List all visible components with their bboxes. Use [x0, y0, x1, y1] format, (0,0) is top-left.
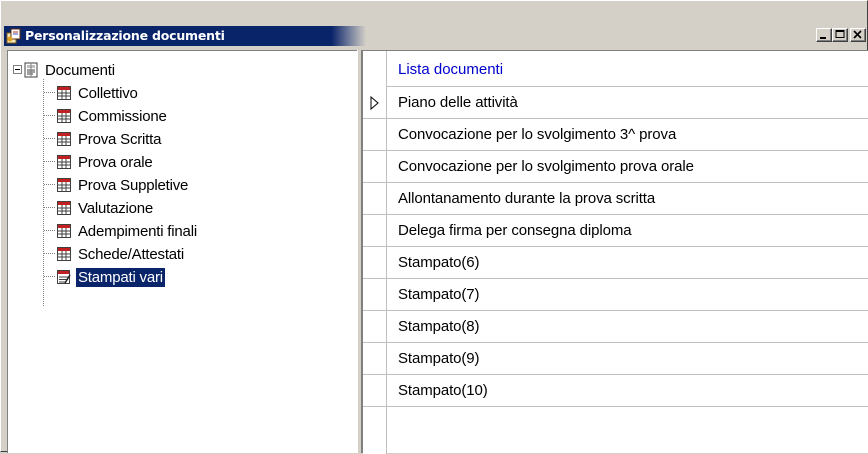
- list-item-label: Piano delle attività: [398, 94, 518, 111]
- row-indicator-cell[interactable]: [363, 151, 386, 183]
- table-grid-icon: [57, 132, 71, 146]
- triangle-right-icon: [370, 95, 379, 111]
- list-item[interactable]: Convocazione per lo svolgimento prova or…: [387, 151, 868, 183]
- tree-item[interactable]: Stampati vari: [56, 267, 165, 287]
- minimize-button[interactable]: [816, 28, 832, 42]
- tree-item[interactable]: Prova orale: [56, 152, 155, 172]
- tree-root-label: Documenti: [45, 61, 115, 79]
- close-icon: [853, 30, 862, 39]
- list-item-label: Stampato(6): [398, 254, 480, 271]
- list-item[interactable]: Piano delle attività: [387, 87, 868, 119]
- minimize-icon: [820, 37, 826, 39]
- table-grid-icon: [57, 109, 71, 123]
- list-item[interactable]: Stampato(10): [387, 375, 868, 407]
- row-indicator-cell[interactable]: [363, 311, 386, 343]
- table-grid-icon: [57, 86, 71, 100]
- list-item[interactable]: Stampato(9): [387, 343, 868, 375]
- list-item-label: Stampato(10): [398, 382, 488, 399]
- list-item-label: Delega firma per consegna diploma: [398, 222, 632, 239]
- tree-item-label: Prova Scritta: [78, 130, 162, 148]
- tree-item[interactable]: Commissione: [56, 106, 169, 126]
- table-grid-icon: [57, 201, 71, 215]
- list-header: Lista documenti: [387, 51, 868, 87]
- tree-item[interactable]: Collettivo: [56, 83, 140, 103]
- list-item-label: Stampato(9): [398, 350, 480, 367]
- list-header-label: Lista documenti: [398, 61, 504, 78]
- maximize-button[interactable]: [832, 28, 848, 42]
- document-customization-window: Personalizzazione documenti Documenti Co…: [0, 0, 868, 454]
- app-icon: [6, 28, 21, 44]
- row-indicator-cell[interactable]: [363, 375, 386, 407]
- tree-item-label: Prova Suppletive: [78, 176, 189, 194]
- window-title: Personalizzazione documenti: [25, 28, 225, 43]
- list-item-label: Stampato(8): [398, 318, 480, 335]
- list-item-label: Allontanamento durante la prova scritta: [398, 190, 656, 207]
- list-item[interactable]: Stampato(8): [387, 311, 868, 343]
- document-book-icon: [24, 62, 38, 78]
- tree-item[interactable]: Valutazione: [56, 198, 155, 218]
- row-indicator-cell[interactable]: [363, 119, 386, 151]
- list-item[interactable]: Convocazione per lo svolgimento 3^ prova: [387, 119, 868, 151]
- row-indicator-cell[interactable]: [363, 87, 386, 119]
- tree-item-label: Commissione: [78, 107, 167, 125]
- list-item-label: Convocazione per lo svolgimento prova or…: [398, 158, 694, 175]
- table-grid-icon: [57, 178, 71, 192]
- collapse-toggle-icon[interactable]: [13, 65, 22, 74]
- document-tree[interactable]: Documenti Collettivo Commissione Prova S…: [7, 50, 357, 453]
- tree-item-label: Stampati vari: [76, 267, 165, 287]
- table-grid-icon: [57, 155, 71, 169]
- list-item[interactable]: Stampato(7): [387, 279, 868, 311]
- tree-item-label: Schede/Attestati: [78, 245, 185, 263]
- tree-item[interactable]: Prova Suppletive: [56, 175, 190, 195]
- tree-item-label: Collettivo: [78, 84, 138, 102]
- printed-forms-icon: [57, 270, 71, 284]
- maximize-icon: [835, 30, 845, 38]
- list-item-label: Stampato(7): [398, 286, 480, 303]
- tree-item-label: Valutazione: [78, 199, 154, 217]
- tree-item[interactable]: Adempimenti finali: [56, 221, 199, 241]
- tree-item[interactable]: Prova Scritta: [56, 129, 163, 149]
- row-indicator-cell[interactable]: [363, 215, 386, 247]
- table-grid-icon: [57, 224, 71, 238]
- tree-item[interactable]: Schede/Attestati: [56, 244, 186, 264]
- tree-item-label: Prova orale: [78, 153, 153, 171]
- list-item[interactable]: Stampato(6): [387, 247, 868, 279]
- tree-root-documenti[interactable]: Documenti: [23, 60, 117, 80]
- row-indicator-cell[interactable]: [363, 343, 386, 375]
- document-list-grid[interactable]: Lista documenti Piano delle attività Conv…: [362, 50, 868, 454]
- list-item-label: Convocazione per lo svolgimento 3^ prova: [398, 126, 677, 143]
- row-indicator-cell[interactable]: [363, 183, 386, 215]
- title-bar[interactable]: Personalizzazione documenti: [4, 26, 866, 46]
- list-item[interactable]: Delega firma per consegna diploma: [387, 215, 868, 247]
- row-indicator-cell[interactable]: [363, 247, 386, 279]
- table-grid-icon: [57, 247, 71, 261]
- list-item[interactable]: Allontanamento durante la prova scritta: [387, 183, 868, 215]
- row-indicator-cell[interactable]: [363, 279, 386, 311]
- close-button[interactable]: [850, 28, 866, 42]
- tree-item-label: Adempimenti finali: [78, 222, 197, 240]
